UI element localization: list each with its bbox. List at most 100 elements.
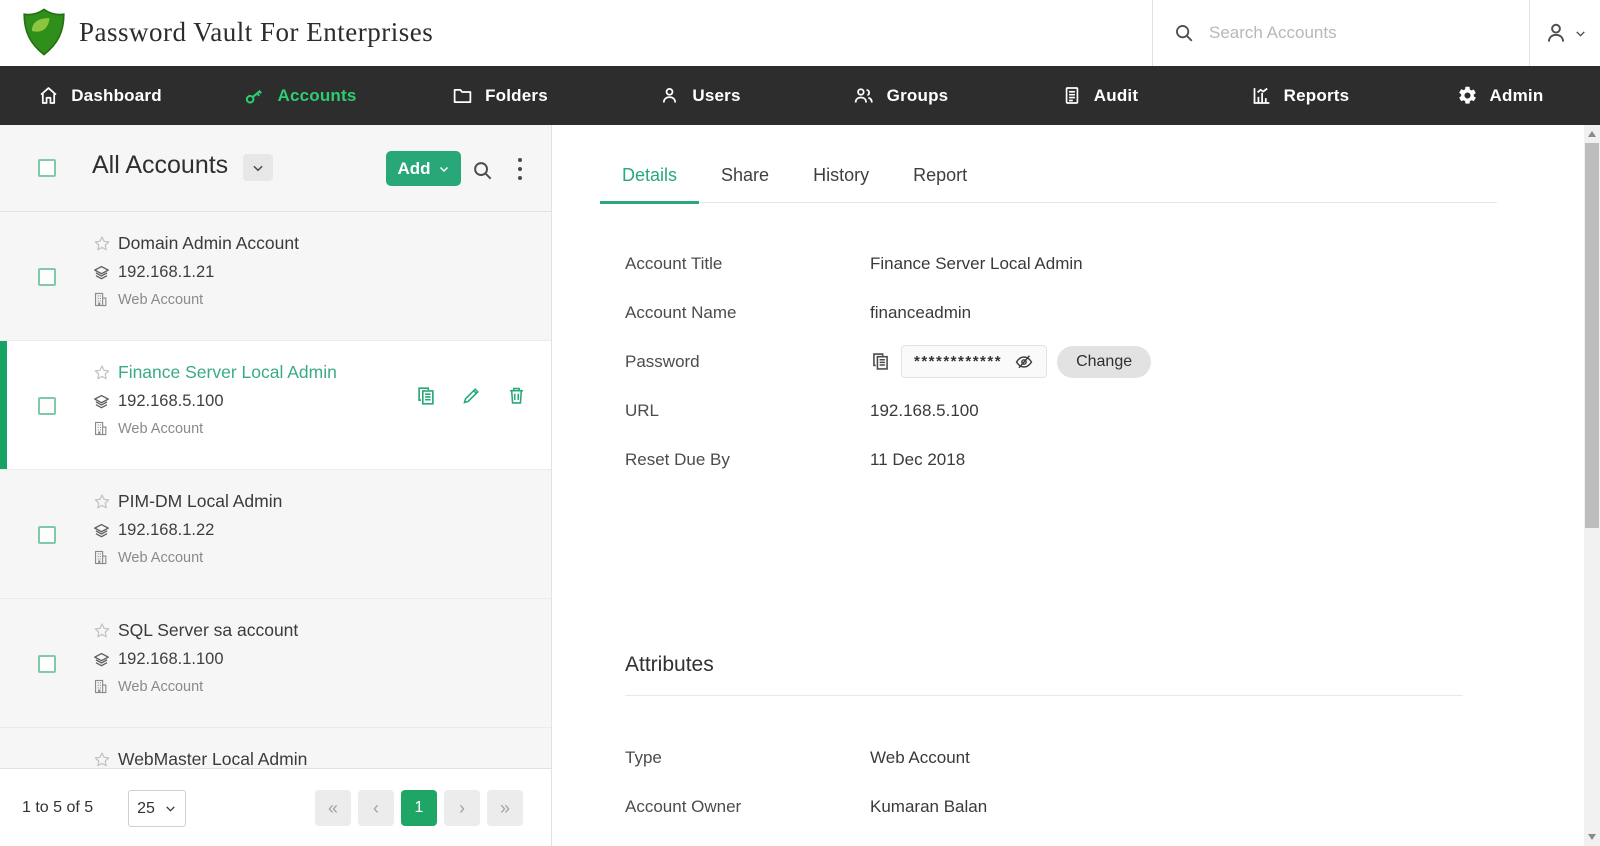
account-checkbox[interactable]: [38, 526, 56, 544]
star-icon[interactable]: [92, 621, 118, 641]
attr-owner: Account Owner Kumaran Balan: [625, 782, 991, 831]
app-header: Password Vault For Enterprises: [0, 0, 1600, 66]
copy-icon[interactable]: [415, 385, 437, 407]
audit-document-icon: [1062, 85, 1082, 106]
account-checkbox[interactable]: [38, 655, 56, 673]
vertical-scrollbar[interactable]: [1584, 125, 1600, 846]
edit-pencil-icon[interactable]: [461, 385, 482, 407]
page-size-select[interactable]: 25: [128, 790, 186, 827]
first-page-button[interactable]: «: [315, 790, 351, 826]
field-reset-due: Reset Due By 11 Dec 2018: [625, 435, 1151, 484]
app-title: Password Vault For Enterprises: [79, 17, 433, 48]
layers-icon: [92, 263, 118, 282]
detail-tabs: Details Share History Report: [600, 165, 1497, 203]
page-1-button[interactable]: 1: [401, 790, 437, 826]
account-filter-dropdown[interactable]: [243, 154, 273, 181]
detail-fields: Account Title Finance Server Local Admin…: [625, 239, 1151, 484]
building-icon: [92, 420, 118, 437]
chevron-down-icon: [164, 802, 177, 815]
search-icon: [1173, 22, 1195, 44]
gear-icon: [1457, 85, 1478, 106]
account-row-webmaster[interactable]: WebMaster Local Admin: [0, 728, 551, 768]
account-row-domain-admin[interactable]: Domain Admin Account 192.168.1.21: [0, 212, 551, 341]
accounts-panel-header: All Accounts Add: [0, 125, 551, 212]
account-name: SQL Server sa account: [118, 620, 298, 641]
change-password-button[interactable]: Change: [1057, 346, 1151, 378]
account-row-finance-server[interactable]: Finance Server Local Admin 192.168.5.100: [0, 341, 551, 470]
nav-item-folders[interactable]: Folders: [400, 66, 600, 125]
building-icon: [92, 678, 118, 695]
more-options-icon[interactable]: [513, 158, 527, 180]
attr-policy: Password Policy Securden policy: [625, 831, 991, 846]
prev-page-button[interactable]: ‹: [358, 790, 394, 826]
search-input[interactable]: [1209, 23, 1489, 43]
chevron-down-icon: [1574, 27, 1587, 40]
tab-report[interactable]: Report: [891, 165, 989, 202]
account-type: Web Account: [118, 421, 203, 437]
layers-icon: [92, 521, 118, 540]
account-name: Domain Admin Account: [118, 233, 299, 254]
accounts-panel: All Accounts Add: [0, 125, 552, 846]
next-page-button[interactable]: ›: [444, 790, 480, 826]
attributes-divider: [625, 695, 1463, 696]
star-icon[interactable]: [92, 492, 118, 512]
key-icon: [243, 85, 265, 107]
account-checkbox[interactable]: [38, 268, 56, 286]
pagination-range: 1 to 5 of 5: [22, 799, 93, 817]
account-detail-pane: Details Share History Report Account Tit…: [553, 125, 1584, 846]
nav-item-accounts[interactable]: Accounts: [200, 66, 400, 125]
account-name: Finance Server Local Admin: [118, 362, 337, 383]
scrollbar-thumb[interactable]: [1585, 143, 1599, 528]
user-icon: [659, 85, 680, 106]
nav-item-admin[interactable]: Admin: [1400, 66, 1600, 125]
account-name: WebMaster Local Admin: [118, 749, 307, 768]
shield-logo-icon: [22, 7, 66, 57]
home-icon: [38, 85, 59, 106]
star-icon[interactable]: [92, 363, 118, 383]
account-address: 192.168.5.100: [118, 392, 224, 411]
field-account-title: Account Title Finance Server Local Admin: [625, 239, 1151, 288]
account-row-sql-server[interactable]: SQL Server sa account 192.168.1.100: [0, 599, 551, 728]
chevron-down-icon: [438, 163, 450, 175]
scroll-up-arrow-icon[interactable]: [1588, 131, 1596, 137]
account-row-pim-dm[interactable]: PIM-DM Local Admin 192.168.1.22: [0, 470, 551, 599]
account-type: Web Account: [118, 550, 203, 566]
tab-details[interactable]: Details: [600, 165, 699, 204]
last-page-button[interactable]: »: [487, 790, 523, 826]
main-nav: Dashboard Accounts Folders Users: [0, 66, 1600, 125]
building-icon: [92, 549, 118, 566]
masked-password: ************: [914, 353, 1002, 370]
user-menu[interactable]: [1530, 0, 1600, 66]
list-search-icon[interactable]: [471, 159, 494, 182]
bar-chart-icon: [1251, 85, 1272, 106]
nav-item-groups[interactable]: Groups: [800, 66, 1000, 125]
field-url: URL 192.168.5.100: [625, 386, 1151, 435]
account-name: PIM-DM Local Admin: [118, 491, 282, 512]
attr-type: Type Web Account: [625, 733, 991, 782]
nav-item-users[interactable]: Users: [600, 66, 800, 125]
select-all-checkbox[interactable]: [38, 159, 56, 177]
tab-history[interactable]: History: [791, 165, 891, 202]
password-field: ************: [901, 345, 1047, 378]
nav-item-reports[interactable]: Reports: [1200, 66, 1400, 125]
nav-item-audit[interactable]: Audit: [1000, 66, 1200, 125]
delete-trash-icon[interactable]: [506, 385, 527, 407]
star-icon[interactable]: [92, 234, 118, 254]
account-list: Domain Admin Account 192.168.1.21: [0, 212, 551, 768]
layers-icon: [92, 392, 118, 411]
app-logo: Password Vault For Enterprises: [22, 7, 433, 57]
star-icon[interactable]: [92, 750, 118, 769]
pagination-bar: 1 to 5 of 5 25 « ‹ 1 › »: [0, 768, 551, 846]
chevron-down-icon: [251, 161, 265, 175]
account-checkbox[interactable]: [38, 397, 56, 415]
attributes-heading: Attributes: [625, 653, 714, 677]
field-account-name: Account Name financeadmin: [625, 288, 1151, 337]
add-account-button[interactable]: Add: [386, 151, 461, 186]
copy-password-icon[interactable]: [870, 351, 891, 372]
eye-slash-icon[interactable]: [1014, 352, 1034, 372]
nav-item-dashboard[interactable]: Dashboard: [0, 66, 200, 125]
tab-share[interactable]: Share: [699, 165, 791, 202]
field-password: Password ************: [625, 337, 1151, 386]
user-avatar-icon: [1543, 20, 1569, 46]
scroll-down-arrow-icon[interactable]: [1588, 834, 1596, 840]
